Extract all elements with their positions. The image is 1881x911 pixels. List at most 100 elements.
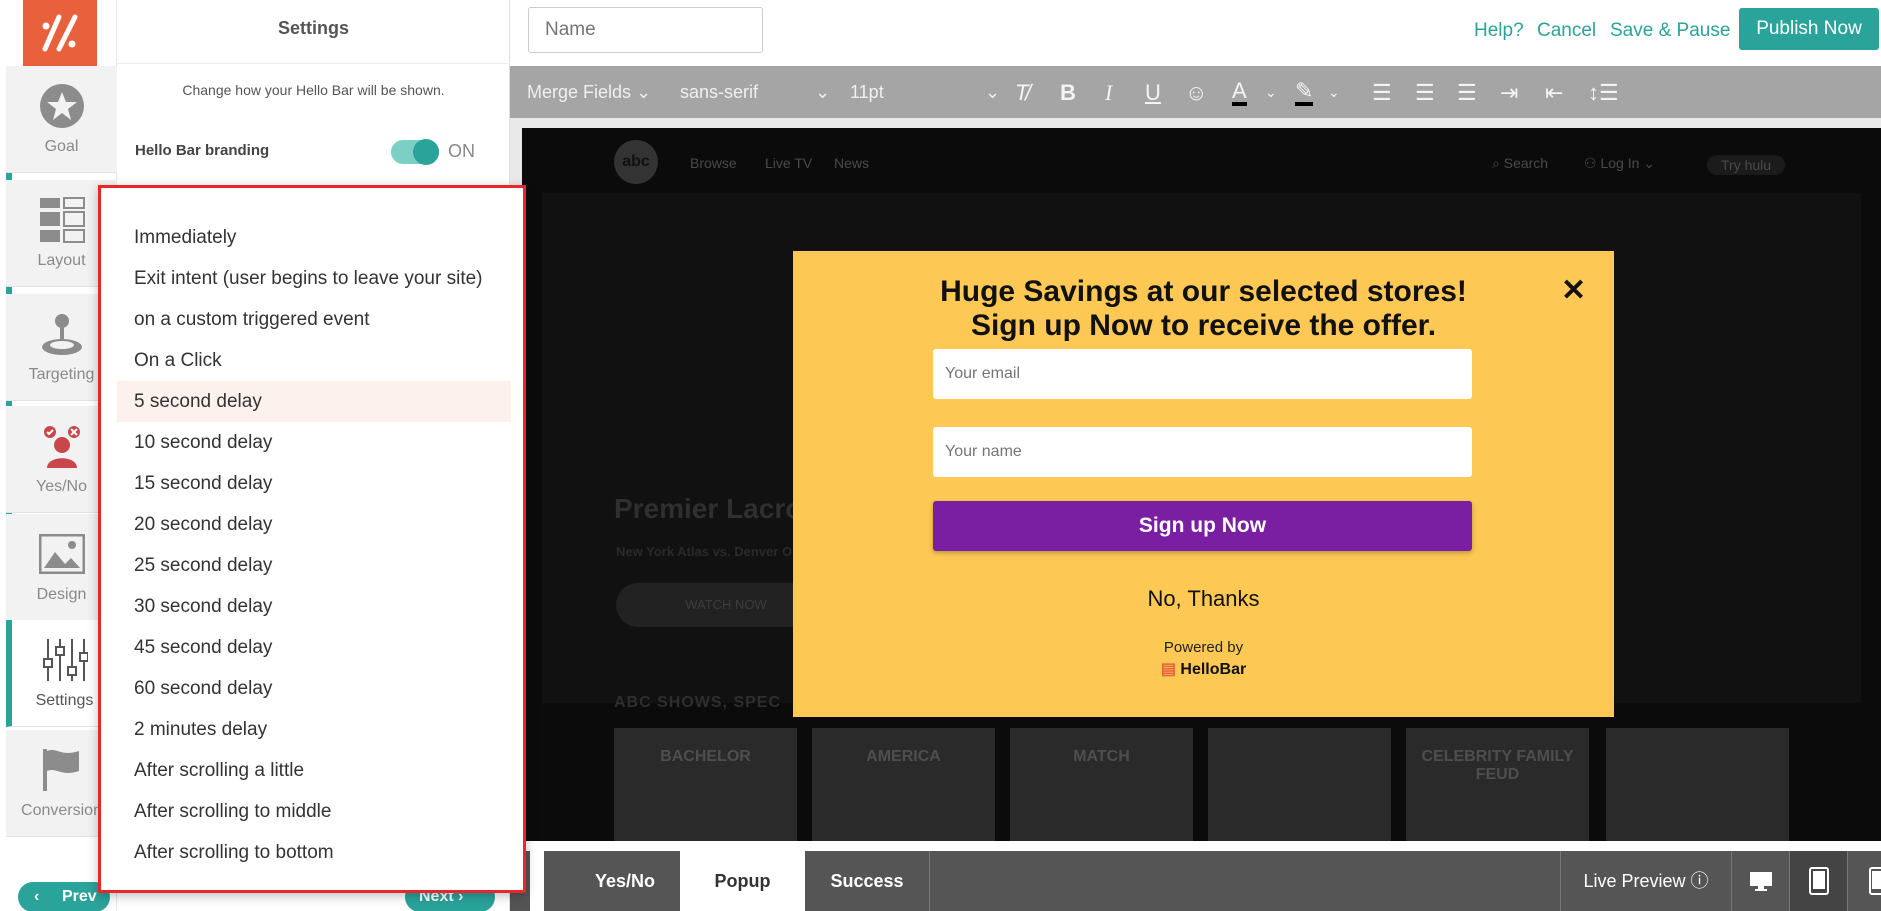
popup-submit-button[interactable]: Sign up Now [933,501,1472,551]
popup-no-thanks-link[interactable]: No, Thanks [793,586,1614,612]
dropdown-option[interactable]: 5 second delay [117,381,511,422]
site-hero-subtitle: New York Atlas vs. Denver O [616,544,793,559]
clear-format-icon[interactable]: T̸ [1015,80,1028,106]
align-center-icon[interactable]: ☰ [1415,80,1435,106]
outdent-icon[interactable]: ⇤ [1545,80,1563,106]
popup-brand-label: HelloBar [1180,661,1247,678]
tab-yes-no[interactable]: Yes/No [570,851,680,911]
collapse-handle[interactable] [530,851,544,911]
dropdown-option[interactable]: On a Click [117,340,511,381]
dropdown-option[interactable]: on a custom triggered event [117,299,511,340]
dropdown-option[interactable]: Exit intent (user begins to leave your s… [117,258,511,299]
nav-label-targeting: Targeting [28,366,95,383]
site-thumb: BACHELOR [614,728,797,841]
close-icon[interactable]: ✕ [1561,273,1586,308]
top-bar: Help? Cancel Save & Pause Publish Now [510,0,1881,66]
help-circle-icon: ⓘ [1690,871,1709,891]
publish-button[interactable]: Publish Now [1739,8,1879,50]
mobile-icon[interactable] [1848,851,1881,911]
merge-fields-dropdown[interactable]: Merge Fields ⌄ [527,82,651,103]
dropdown-option[interactable]: 45 second delay [117,627,511,668]
align-right-icon[interactable]: ☰ [1457,80,1477,106]
chevron-down-icon[interactable]: ⌄ [1328,84,1340,101]
indent-icon[interactable]: ⇥ [1500,80,1518,106]
popup-headline[interactable]: Huge Savings at our selected stores! Sig… [793,275,1614,343]
dropdown-option[interactable]: Immediately [117,217,511,258]
tab-popup[interactable]: Popup [680,851,805,911]
dropdown-option[interactable]: After scrolling a little [117,750,511,791]
dropdown-option[interactable]: 10 second delay [117,422,511,463]
image-icon [38,530,86,578]
hellobar-mini-icon: ▤ [1160,661,1176,678]
font-size-select[interactable]: 11pt ⌄ [850,82,1000,103]
branding-label: Hello Bar branding [135,142,270,159]
font-color-icon[interactable]: A [1232,80,1247,106]
chevron-left-icon: ‹ [34,888,40,905]
trigger-options: Immediately Exit intent (user begins to l… [101,188,523,873]
dropdown-option[interactable]: 30 second delay [117,586,511,627]
dropdown-option[interactable]: 25 second delay [117,545,511,586]
italic-icon[interactable]: I [1105,80,1112,106]
site-shows-title: ABC SHOWS, SPEC [614,694,782,711]
tab-success[interactable]: Success [805,851,930,911]
emoji-icon[interactable]: ☺ [1185,80,1207,106]
font-family-select[interactable]: sans-serif ⌄ [680,82,830,103]
site-login-label: Log In [1600,155,1640,171]
app-root: Goal Layout Targeting Yes/No Design Sett… [0,0,1881,911]
dropdown-option[interactable]: After scrolling to middle [117,791,511,832]
popup-hellobar-brand: ▤ HelloBar [793,659,1614,679]
underline-icon[interactable]: U [1145,80,1161,106]
bold-icon[interactable]: B [1060,80,1076,106]
desktop-icon[interactable] [1732,851,1790,911]
star-icon [38,82,86,130]
hellobar-logo-icon [42,14,78,52]
font-family-value: sans-serif [680,82,759,102]
popup-powered-by: Powered by [1163,639,1244,656]
popup-name-field[interactable] [933,427,1472,477]
site-nav-browse: Browse [690,155,737,171]
site-nav-news: News [834,155,870,171]
nav-label-yes-no: Yes/No [36,478,87,495]
dropdown-option[interactable]: 20 second delay [117,504,511,545]
dropdown-option[interactable]: After scrolling to bottom [117,832,511,873]
prev-label: Prev [62,888,97,905]
align-left-icon[interactable]: ☰ [1372,80,1392,106]
nav-item-goal[interactable]: Goal [6,66,117,173]
joystick-icon [38,310,86,358]
nav-label-layout: Layout [37,252,86,269]
name-input[interactable] [528,7,763,53]
layout-icon [38,196,86,244]
font-size-value: 11pt [850,82,884,102]
merge-fields-label: Merge Fields [527,82,632,102]
popup-headline-line-2: Sign up Now to receive the offer. [970,309,1437,342]
popup-email-field[interactable] [933,349,1472,399]
tablet-icon[interactable] [1790,851,1848,911]
hellobar-logo[interactable] [23,0,97,66]
site-thumb [1208,728,1391,841]
prev-button[interactable]: ‹ Prev [18,882,110,911]
trigger-dropdown-list: Immediately Exit intent (user begins to l… [98,185,526,893]
live-preview-label: Live Preview [1583,871,1686,891]
yes-no-icon [38,422,86,470]
chevron-down-icon: ⌄ [815,82,831,102]
chevron-down-icon[interactable]: ⌄ [1265,84,1277,101]
branding-toggle[interactable] [391,139,439,165]
nav-label-goal: Goal [44,138,79,155]
site-thumb [1606,728,1789,841]
nav-label-settings: Settings [35,692,94,709]
dropdown-option[interactable]: 2 minutes delay [117,709,511,750]
help-link[interactable]: Help? [1474,20,1524,42]
site-try-hulu: Try hulu [1707,155,1786,175]
save-pause-link[interactable]: Save & Pause [1610,20,1730,42]
cancel-link[interactable]: Cancel [1537,20,1596,42]
line-height-icon[interactable]: ↕☰ [1588,80,1619,106]
site-nav-live-tv: Live TV [765,155,813,171]
live-preview-button[interactable]: Live Preview ⓘ [1560,851,1732,911]
branding-toggle-state: ON [448,141,475,161]
highlight-icon[interactable]: ✎ [1295,80,1314,106]
nav-label-conversion: Conversion [21,802,102,819]
dropdown-option[interactable]: 60 second delay [117,668,511,709]
flag-icon [38,746,86,794]
dropdown-option[interactable]: 15 second delay [117,463,511,504]
sliders-icon [41,636,89,684]
